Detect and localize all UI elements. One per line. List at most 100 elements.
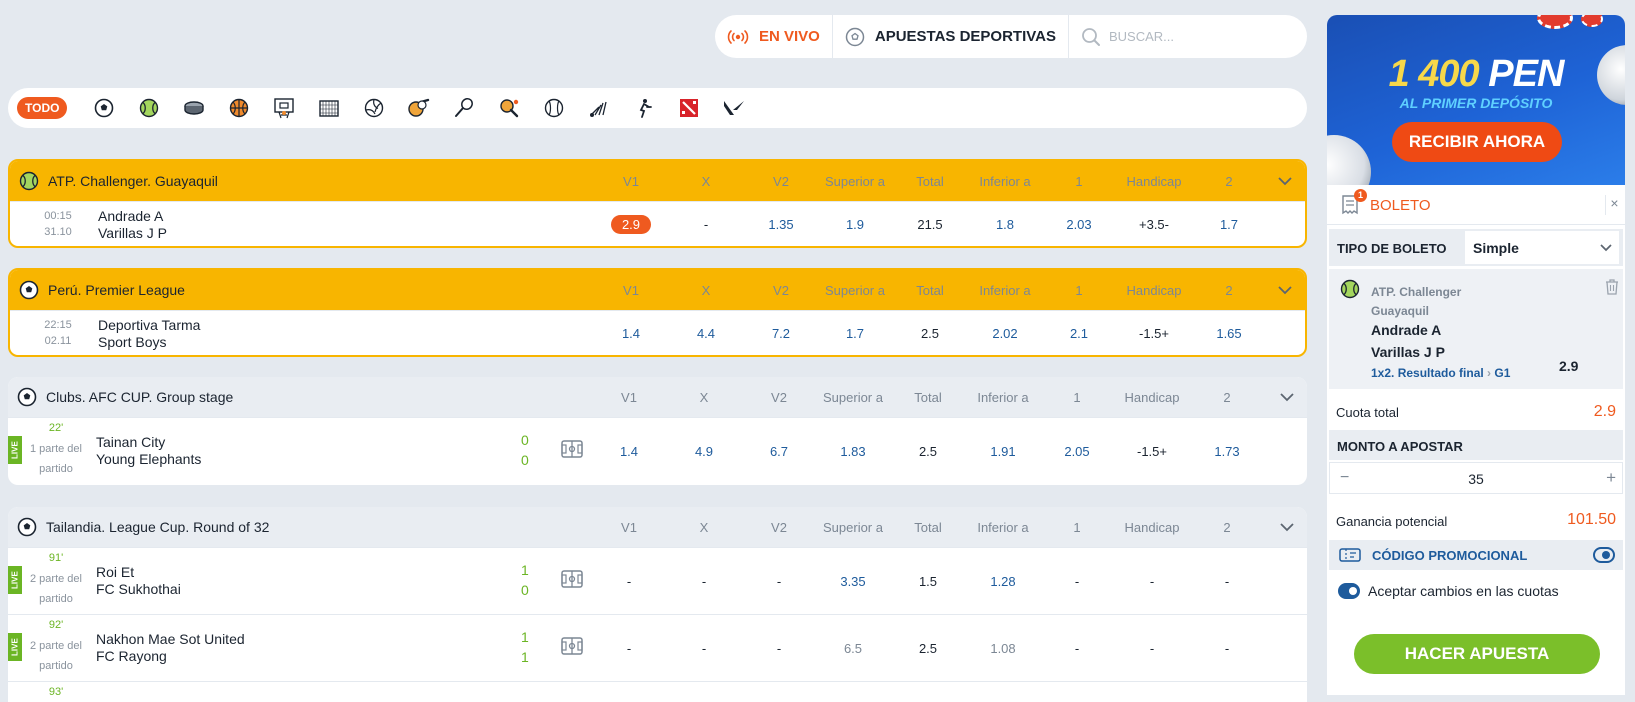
- total-odds-label: Cuota total: [1336, 405, 1399, 420]
- casino-chip-icon: [1581, 15, 1603, 27]
- match-row[interactable]: 22:15 02.11 Deportiva Tarma Sport Boys 1…: [10, 310, 1305, 355]
- filter-all-button[interactable]: TODO: [17, 97, 68, 119]
- odd-x[interactable]: 4.4: [666, 326, 746, 341]
- odd-x[interactable]: -: [666, 217, 746, 232]
- chevron-down-icon[interactable]: [1279, 389, 1295, 410]
- bet-selection-card: ATP. Challenger Guayaquil Andrade A Vari…: [1329, 269, 1623, 389]
- dota-icon[interactable]: [666, 98, 711, 118]
- handball-icon[interactable]: [531, 98, 576, 118]
- odd-handicap-2[interactable]: 1.65: [1189, 326, 1269, 341]
- match-minute: 22': [48, 422, 64, 434]
- odd-over[interactable]: 1.9: [815, 217, 895, 232]
- increase-stake-button[interactable]: +: [1606, 468, 1616, 488]
- odd-handicap-1[interactable]: 2.03: [1039, 217, 1119, 232]
- match-row[interactable]: LIVE 91' 2 parte del partido Roi Et FC S…: [8, 547, 1307, 614]
- odd-over[interactable]: 1.83: [813, 444, 893, 459]
- odd-x[interactable]: 4.9: [664, 444, 744, 459]
- baseball-icon[interactable]: [396, 98, 441, 118]
- league-header[interactable]: Perú. Premier League V1 X V2 Superior a …: [10, 270, 1305, 310]
- odd-handicap-1[interactable]: -: [1037, 574, 1117, 589]
- match-row[interactable]: 93': [8, 681, 1307, 702]
- odd-v1[interactable]: -: [589, 574, 669, 589]
- field-stats-icon[interactable]: [561, 440, 583, 463]
- hockey-icon[interactable]: [171, 98, 216, 118]
- promo-banner[interactable]: 1 400 PEN AL PRIMER DEPÓSITO RECIBIR AHO…: [1327, 15, 1625, 185]
- col-header: Total: [914, 520, 942, 535]
- soccer-icon: [17, 387, 37, 412]
- place-bet-button[interactable]: HACER APUESTA: [1354, 634, 1600, 674]
- basketball-hoop-icon[interactable]: [261, 97, 306, 119]
- match-period: 2 parte del partido: [30, 573, 82, 605]
- odd-v2[interactable]: -: [739, 641, 819, 656]
- odd-v1[interactable]: -: [589, 641, 669, 656]
- odd-handicap-2[interactable]: -: [1187, 641, 1267, 656]
- field-stats-icon[interactable]: [561, 637, 583, 660]
- soccer-icon[interactable]: [81, 98, 126, 118]
- odd-under[interactable]: 1.28: [963, 574, 1043, 589]
- live-tab[interactable]: EN VIVO: [715, 15, 833, 58]
- futsal-icon[interactable]: [306, 98, 351, 118]
- odd-handicap-1[interactable]: 2.1: [1039, 326, 1119, 341]
- chevron-down-icon[interactable]: [1279, 519, 1295, 540]
- league-header[interactable]: Clubs. AFC CUP. Group stage V1 X V2 Supe…: [8, 377, 1307, 417]
- trash-icon[interactable]: [1605, 279, 1619, 300]
- league-header[interactable]: Tailandia. League Cup. Round of 32 V1 X …: [8, 507, 1307, 547]
- promo-code-row[interactable]: CÓDIGO PROMOCIONAL: [1329, 540, 1623, 570]
- stake-value[interactable]: 35: [1330, 471, 1622, 487]
- promo-code-toggle[interactable]: [1593, 547, 1615, 563]
- match-row[interactable]: 00:15 31.10 Andrade A Varillas J P 2.9 -…: [10, 201, 1305, 246]
- odd-handicap-2[interactable]: -: [1187, 574, 1267, 589]
- odd-over[interactable]: 6.5: [813, 641, 893, 656]
- badminton-icon[interactable]: [441, 97, 486, 119]
- league-header[interactable]: ATP. Challenger. Guayaquil V1 X V2 Super…: [10, 161, 1305, 201]
- sports-tab-label: APUESTAS DEPORTIVAS: [874, 28, 1056, 45]
- odd-v2[interactable]: -: [739, 574, 819, 589]
- away-team: FC Sukhothai: [96, 581, 181, 597]
- odd-v1[interactable]: 2.9: [611, 215, 651, 234]
- stake-stepper[interactable]: − 35 +: [1329, 462, 1623, 494]
- odd-over[interactable]: 3.35: [813, 574, 893, 589]
- search-input[interactable]: [1109, 29, 1289, 44]
- odd-under[interactable]: 1.08: [963, 641, 1043, 656]
- odd-under[interactable]: 2.02: [965, 326, 1045, 341]
- col-header: 2: [1225, 283, 1233, 298]
- odd-under[interactable]: 1.8: [965, 217, 1045, 232]
- odd-v2[interactable]: 6.7: [739, 444, 819, 459]
- stake-label: MONTO A APOSTAR: [1329, 430, 1623, 460]
- chevron-down-icon[interactable]: [1277, 282, 1293, 303]
- field-stats-icon[interactable]: [561, 570, 583, 593]
- match-row[interactable]: LIVE 22' 1 parte del partido Tainan City…: [8, 417, 1307, 483]
- odd-x[interactable]: -: [664, 574, 744, 589]
- basketball-icon[interactable]: [216, 98, 261, 118]
- claim-bonus-button[interactable]: RECIBIR AHORA: [1392, 122, 1562, 162]
- odd-handicap-1[interactable]: -: [1037, 641, 1117, 656]
- col-header: Handicap: [1124, 520, 1180, 535]
- sports-tab[interactable]: APUESTAS DEPORTIVAS: [833, 15, 1069, 58]
- bet-type-select[interactable]: Simple: [1465, 231, 1619, 264]
- chevron-down-icon[interactable]: [1277, 173, 1293, 194]
- odd-v2[interactable]: 7.2: [741, 326, 821, 341]
- odd-v1[interactable]: 1.4: [591, 326, 671, 341]
- total-odds-row: Cuota total 2.9: [1336, 403, 1616, 420]
- table-tennis-icon[interactable]: [486, 97, 531, 119]
- tennis-icon[interactable]: [126, 98, 171, 118]
- odd-handicap-2[interactable]: 1.7: [1189, 217, 1269, 232]
- odd-under[interactable]: 1.91: [963, 444, 1043, 459]
- match-row[interactable]: LIVE 92' 2 parte del partido Nakhon Mae …: [8, 614, 1307, 681]
- close-icon[interactable]: ×: [1605, 195, 1623, 215]
- counter-strike-icon[interactable]: [621, 98, 666, 118]
- volleyball-icon[interactable]: [351, 98, 396, 118]
- handicap-value: -1.5+: [1137, 444, 1167, 459]
- shuttlecock-icon[interactable]: [576, 98, 621, 118]
- accept-odds-toggle[interactable]: [1338, 583, 1360, 599]
- search-icon: [1082, 27, 1100, 46]
- odd-x[interactable]: -: [664, 641, 744, 656]
- total-value: 2.5: [918, 641, 938, 656]
- odd-v2[interactable]: 1.35: [741, 217, 821, 232]
- odd-v1[interactable]: 1.4: [589, 444, 669, 459]
- odd-handicap-1[interactable]: 2.05: [1037, 444, 1117, 459]
- valorant-icon[interactable]: [711, 99, 756, 117]
- search-box[interactable]: [1069, 15, 1307, 58]
- odd-handicap-2[interactable]: 1.73: [1187, 444, 1267, 459]
- odd-over[interactable]: 1.7: [815, 326, 895, 341]
